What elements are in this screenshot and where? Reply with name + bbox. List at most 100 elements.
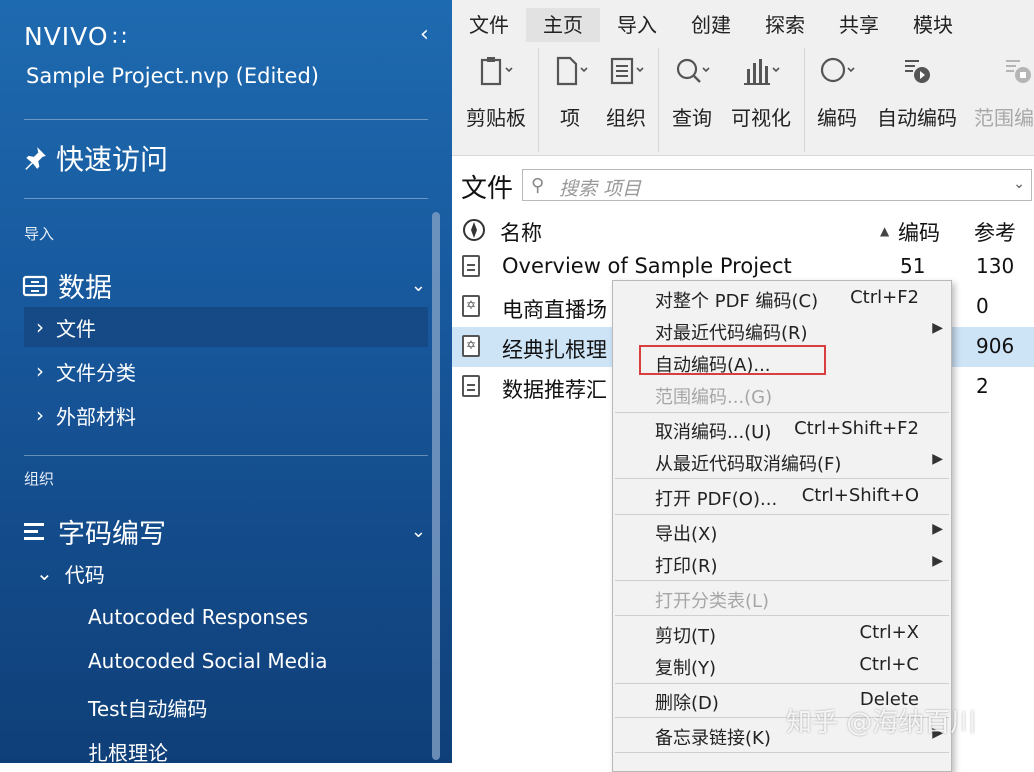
- column-header-name[interactable]: 名称: [500, 217, 542, 247]
- menu-item-label: 对最近代码编码(R): [655, 323, 808, 344]
- menu-item-cut[interactable]: 剪切(T) Ctrl+X: [613, 617, 951, 649]
- menu-item-copy[interactable]: 复制(Y) Ctrl+C: [613, 649, 951, 681]
- tab-share[interactable]: 共享: [822, 8, 896, 42]
- code-item[interactable]: Autocoded Social Media: [88, 649, 327, 673]
- menu-item-print[interactable]: 打印(R) ▶: [613, 547, 951, 579]
- menu-item-label: 导出(X): [655, 524, 718, 545]
- bar-chart-icon: [744, 59, 780, 85]
- submenu-arrow-icon: ▶: [932, 521, 943, 537]
- coding-section-header[interactable]: 字码编写 ⌄: [22, 512, 426, 551]
- pdf-icon: ✡: [462, 335, 480, 357]
- sidebar-item-file-classifications[interactable]: › 文件分类: [24, 351, 428, 391]
- tab-modules[interactable]: 模块: [896, 8, 970, 42]
- tab-create[interactable]: 创建: [674, 8, 748, 42]
- code-item[interactable]: 扎根理论: [88, 737, 168, 766]
- menu-item-shortcut: Ctrl+X: [859, 622, 919, 643]
- visualize-button[interactable]: 可视化: [728, 48, 794, 131]
- row-reference-count: 2: [976, 374, 989, 398]
- autocode-button[interactable]: 自动编码: [874, 48, 960, 131]
- sidebar-scrollbar[interactable]: [432, 212, 440, 760]
- pin-icon: [25, 147, 46, 170]
- row-name: 经典扎根理: [502, 338, 607, 362]
- submenu-arrow-icon: ▶: [932, 451, 943, 467]
- code-button[interactable]: 编码: [814, 48, 860, 131]
- sidebar-item-codes[interactable]: ⌄ 代码: [24, 553, 428, 593]
- menu-item-label: 备忘录链接(K): [655, 728, 771, 749]
- collapse-sidebar-icon[interactable]: ‹: [420, 22, 429, 47]
- code-item[interactable]: Test自动编码: [88, 693, 207, 722]
- sidebar-item-externals[interactable]: › 外部材料: [24, 395, 428, 435]
- chevron-down-icon[interactable]: ⌄: [411, 521, 426, 542]
- divider: [24, 119, 428, 120]
- menu-item-label: 对整个 PDF 编码(C): [655, 291, 819, 312]
- logo-mark-icon: ∷: [112, 26, 128, 51]
- data-section-header[interactable]: 数据 ⌄: [22, 266, 426, 305]
- menu-item-export[interactable]: 导出(X) ▶: [613, 515, 951, 547]
- column-header-references[interactable]: 参考: [974, 217, 1016, 247]
- chevron-down-icon[interactable]: ⌄: [1013, 176, 1025, 192]
- item-label: 项: [560, 106, 580, 130]
- menu-separator: [615, 752, 949, 753]
- menu-item-label: 复制(Y): [655, 658, 717, 679]
- search-placeholder: 搜索 项目: [559, 178, 642, 200]
- chevron-down-icon: ⌄: [36, 561, 53, 585]
- clipboard-label: 剪贴板: [466, 106, 526, 130]
- menu-item-code-recent[interactable]: 对最近代码编码(R) ▶: [613, 314, 951, 346]
- menu-item-open-pdf[interactable]: 打开 PDF(O)... Ctrl+Shift+O: [613, 480, 951, 512]
- autocode-icon: [905, 60, 930, 83]
- row-coding-count: 51: [900, 254, 926, 278]
- sidebar-item-label: 文件: [56, 316, 96, 341]
- menu-item-uncode[interactable]: 取消编码...(U) Ctrl+Shift+F2: [613, 413, 951, 445]
- menu-separator: [615, 615, 949, 616]
- sidebar-item-files[interactable]: › 文件: [24, 307, 428, 347]
- row-name: Overview of Sample Project: [502, 254, 792, 278]
- organize-icon: [610, 57, 644, 85]
- organize-button[interactable]: 组织: [604, 48, 648, 131]
- project-name: Sample Project.nvp (Edited): [26, 64, 319, 88]
- menu-item-shortcut: Ctrl+Shift+F2: [794, 418, 919, 439]
- query-button[interactable]: 查询: [670, 48, 714, 131]
- coding-section-label: 字码编写: [58, 519, 166, 550]
- row-name: 电商直播场: [502, 298, 607, 322]
- menu-item-range-code[interactable]: 范围编码...(G): [613, 378, 951, 410]
- document-icon: [462, 255, 480, 277]
- list-icon: [24, 522, 44, 540]
- import-section-label: 导入: [24, 225, 55, 243]
- clipboard-button[interactable]: 剪贴板: [464, 48, 528, 131]
- query-label: 查询: [672, 106, 712, 130]
- tab-import[interactable]: 导入: [600, 8, 674, 42]
- menu-item-label: 范围编码...(G): [655, 387, 773, 408]
- submenu-arrow-icon: ▶: [932, 320, 943, 336]
- chevron-right-icon: ›: [36, 403, 44, 427]
- divider: [804, 48, 805, 152]
- menu-item-uncode-recent[interactable]: 从最近代码取消编码(F) ▶: [613, 445, 951, 477]
- range-code-icon: [1006, 60, 1031, 83]
- tab-explore[interactable]: 探索: [748, 8, 822, 42]
- chevron-down-icon[interactable]: ⌄: [411, 275, 426, 296]
- column-header-coding[interactable]: 编码: [898, 217, 940, 247]
- menu-item-code-whole-pdf[interactable]: 对整个 PDF 编码(C) Ctrl+F2: [613, 282, 951, 314]
- context-menu: 对整个 PDF 编码(C) Ctrl+F2 对最近代码编码(R) ▶ 自动编码(…: [612, 280, 952, 772]
- item-button[interactable]: 项: [550, 48, 590, 131]
- submenu-arrow-icon: ▶: [932, 553, 943, 569]
- data-section-label: 数据: [58, 273, 112, 304]
- code-circle-icon: [820, 57, 855, 83]
- code-item[interactable]: Autocoded Responses: [88, 605, 308, 629]
- highlight-box: [639, 345, 826, 375]
- tab-file[interactable]: 文件: [452, 8, 526, 42]
- row-reference-count: 130: [976, 254, 1015, 278]
- magnifier-icon: [676, 58, 710, 83]
- menu-item-label: 剪切(T): [655, 626, 717, 647]
- quick-access-header[interactable]: 快速访问: [22, 138, 168, 178]
- search-input[interactable]: ⚲ 搜索 项目 ⌄: [522, 169, 1032, 201]
- sort-ascending-icon: ▲: [880, 224, 890, 238]
- menu-item-open-classification-sheet[interactable]: 打开分类表(L): [613, 582, 951, 614]
- document-icon: [556, 56, 588, 86]
- search-icon: ⚲: [531, 175, 545, 196]
- quick-access-label: 快速访问: [56, 143, 169, 176]
- range-code-button[interactable]: 范围编码: [974, 48, 1034, 131]
- sidebar-item-label: 代码: [64, 562, 105, 587]
- menu-item-shortcut: Ctrl+F2: [850, 287, 919, 308]
- tab-home[interactable]: 主页: [526, 8, 600, 42]
- list-header: 名称 ▲ 编码 参考: [452, 211, 1034, 247]
